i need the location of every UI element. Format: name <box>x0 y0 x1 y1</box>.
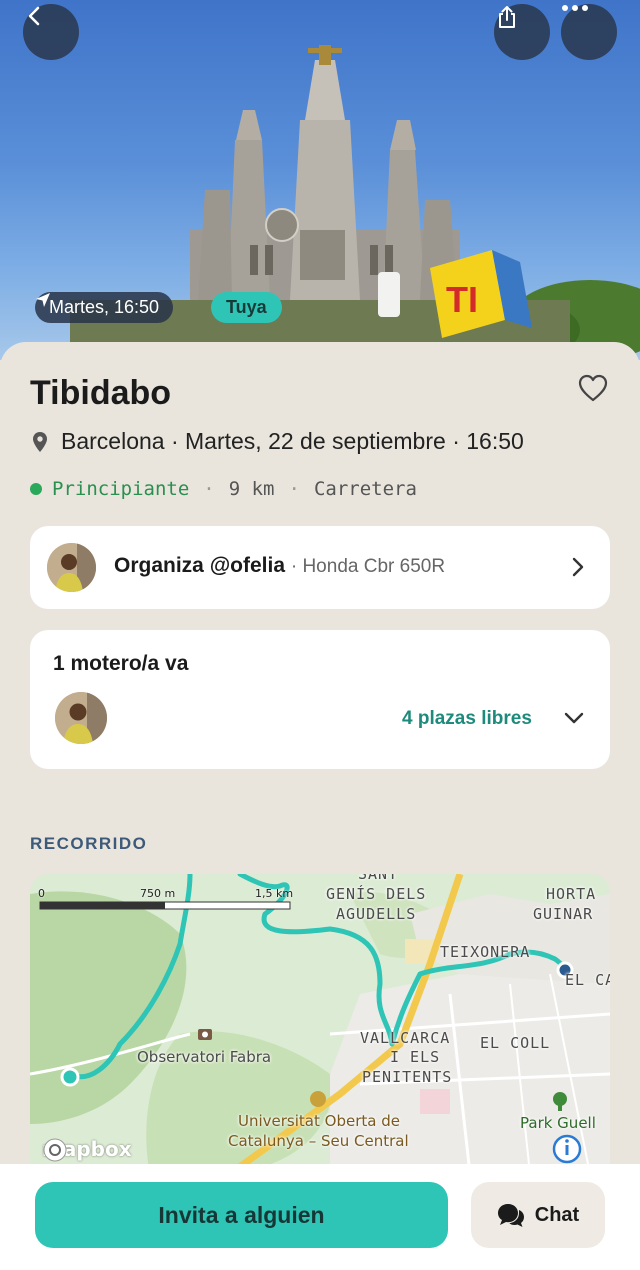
level-label: Principiante <box>52 478 190 500</box>
map-label-els: I ELS <box>390 1048 441 1066</box>
route-map[interactable]: 0 750 m 1,5 km SANT GENÍS DELS AGUDELLS … <box>30 874 610 1174</box>
organizer-text: Organiza @ofelia · Honda Cbr 650R <box>114 554 445 578</box>
chat-button[interactable]: Chat <box>471 1182 605 1248</box>
map-label-teixonera: TEIXONERA <box>440 943 531 961</box>
share-button[interactable] <box>494 4 550 60</box>
more-dots-icon <box>562 5 588 11</box>
route-section-label: RECORRIDO <box>30 834 148 853</box>
level-indicator-dot <box>30 483 42 495</box>
map-label-guinar: GUINAR <box>533 905 594 923</box>
map-label-vallcarca: VALLCARCA <box>360 1029 451 1047</box>
map-info-icon[interactable] <box>552 1134 582 1164</box>
riders-count: 1 motero/a va <box>53 652 189 675</box>
road-type-label: Carretera <box>313 478 417 500</box>
chevron-right-icon <box>572 557 584 577</box>
riders-card[interactable]: 1 motero/a va 4 plazas libres <box>30 630 610 769</box>
organizer-label: Organiza @ofelia <box>114 554 286 577</box>
map-label-horta: HORTA <box>546 885 597 903</box>
chevron-down-icon[interactable] <box>563 710 585 726</box>
share-icon <box>499 6 515 28</box>
distance-label: 9 km <box>228 478 275 500</box>
map-label-observatori: Observatori Fabra <box>137 1048 272 1066</box>
event-title: Tibidabo <box>30 374 172 412</box>
organizer-avatar <box>47 543 96 592</box>
owner-badge: Tuya <box>211 292 282 323</box>
event-meta-row: Principiante · 9 km · Carretera <box>30 478 417 500</box>
map-label-genis: GENÍS DELS <box>326 885 427 903</box>
invite-button[interactable]: Invita a alguien <box>35 1182 448 1248</box>
chevron-left-icon <box>28 6 40 26</box>
map-label-sant: SANT <box>358 874 399 883</box>
bottom-action-bar: Invita a alguien Chat <box>0 1164 640 1270</box>
map-label-penitents: PENITENTS <box>362 1068 453 1086</box>
organizer-bike: · Honda Cbr 650R <box>290 556 446 577</box>
rider-avatar[interactable] <box>55 692 107 744</box>
navigation-arrow-icon <box>36 293 50 307</box>
chat-bubble-icon <box>497 1204 524 1227</box>
event-detail-sheet: Tibidabo Barcelona · Martes, 22 de septi… <box>0 342 640 1270</box>
map-label-uoc-line2: Catalunya – Seu Central <box>228 1132 409 1150</box>
heart-icon[interactable] <box>578 374 608 402</box>
date-chip: Martes, 16:50 <box>35 292 174 323</box>
date-chip-label: Martes, 16:50 <box>49 297 160 317</box>
meta-separator: · <box>288 478 300 500</box>
place-datetime-text: Barcelona · Martes, 22 de septiembre · 1… <box>61 428 524 454</box>
map-label-el-ca: EL CA <box>565 971 610 989</box>
organizer-card[interactable]: Organiza @ofelia · Honda Cbr 650R <box>30 526 610 609</box>
mapbox-logo-icon <box>43 1138 67 1162</box>
free-spots-label[interactable]: 4 plazas libres <box>402 708 532 730</box>
scale-end-label: 1,5 km <box>255 887 294 900</box>
scale-zero-label: 0 <box>38 887 45 900</box>
back-button[interactable] <box>23 4 79 60</box>
more-options-button[interactable] <box>561 4 617 60</box>
hero-image: TI Martes, 16:50 Tuya <box>0 0 640 360</box>
map-label-el-coll: EL COLL <box>480 1034 551 1052</box>
meta-separator: · <box>203 478 215 500</box>
map-label-uoc-line1: Universitat Oberta de <box>238 1112 400 1130</box>
chat-label: Chat <box>534 1203 580 1226</box>
map-label-agudells: AGUDELLS <box>336 905 417 923</box>
svg-text:TI: TI <box>446 279 478 320</box>
place-datetime-row: Barcelona · Martes, 22 de septiembre · 1… <box>32 428 524 455</box>
scale-mid-label: 750 m <box>140 887 176 900</box>
location-pin-icon <box>33 431 47 452</box>
mapbox-attribution[interactable]: mapbox <box>42 1137 132 1162</box>
map-label-park-guell: Park Guell <box>520 1114 596 1132</box>
